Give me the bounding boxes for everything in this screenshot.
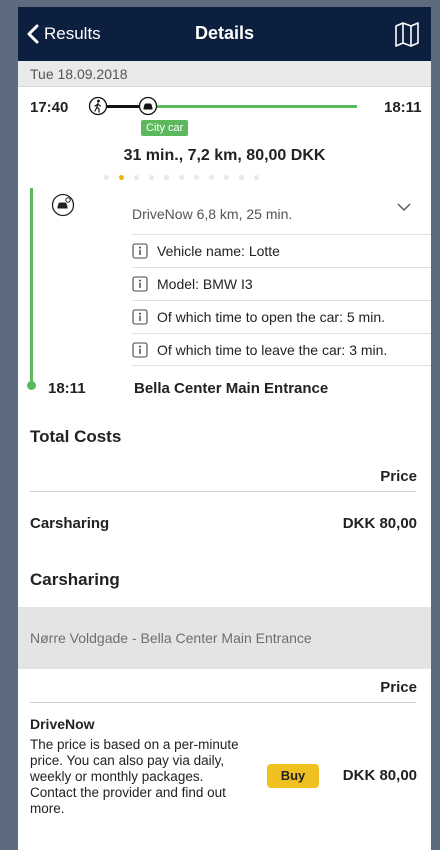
page-dot[interactable] [239, 175, 244, 180]
page-dot[interactable] [254, 175, 259, 180]
car-segment [157, 105, 357, 108]
divider [30, 702, 416, 703]
detail-text: Model: BMW I3 [157, 276, 253, 292]
page-dot[interactable] [179, 175, 184, 180]
leg-arrival-time: 18:11 [48, 380, 86, 397]
provider-price: DKK 80,00 [342, 767, 417, 784]
date-bar: Tue 18.09.2018 [18, 61, 431, 87]
page-dot[interactable] [119, 175, 124, 180]
page-dot[interactable] [164, 175, 169, 180]
navbar: Results Details [18, 7, 431, 61]
price-column-header: Price [380, 679, 417, 696]
cost-row-label: Carsharing [30, 515, 110, 532]
provider-name: DriveNow [30, 716, 95, 732]
carsharing-heading: Carsharing [30, 570, 120, 589]
details-screen: Results Details Tue 18.09.2018 17:40 18:… [18, 7, 431, 850]
buy-button[interactable]: Buy [267, 764, 319, 788]
detail-text: Of which time to open the car: 5 min. [157, 309, 385, 325]
divider [132, 365, 431, 366]
info-icon [132, 243, 148, 259]
car-location-icon [51, 193, 75, 217]
detail-text: Of which time to leave the car: 3 min. [157, 342, 388, 358]
info-icon [132, 309, 148, 325]
car-icon [138, 96, 158, 116]
page-dot[interactable] [149, 175, 154, 180]
route-line [30, 188, 33, 385]
info-icon [132, 342, 148, 358]
divider [132, 267, 431, 268]
divider [30, 491, 416, 492]
departure-time: 17:40 [30, 99, 69, 116]
divider [132, 234, 431, 235]
divider [132, 333, 431, 334]
price-column-header: Price [380, 468, 417, 485]
detail-model: Model: BMW I3 [132, 273, 253, 295]
detail-open-time: Of which time to open the car: 5 min. [132, 306, 385, 328]
detail-vehicle-name: Vehicle name: Lotte [132, 240, 280, 262]
carsharing-route: Nørre Voldgade - Bella Center Main Entra… [18, 607, 431, 669]
detail-leave-time: Of which time to leave the car: 3 min. [132, 339, 387, 361]
map-icon [395, 22, 419, 47]
provider-description: The price is based on a per-minute price… [30, 737, 239, 816]
detail-text: Vehicle name: Lotte [157, 243, 280, 259]
route-end-dot [27, 381, 36, 390]
page-dot[interactable] [134, 175, 139, 180]
walk-icon [88, 96, 108, 116]
leg-arrival-place: Bella Center Main Entrance [134, 380, 329, 397]
walk-segment [107, 105, 140, 108]
divider [132, 300, 431, 301]
trip-summary: 31 min., 7,2 km, 80,00 DKK [123, 147, 326, 164]
page-dot[interactable] [104, 175, 109, 180]
mode-badge: City car [141, 120, 189, 136]
page-title: Details [194, 23, 255, 43]
cost-row-value: DKK 80,00 [342, 515, 417, 532]
total-costs-heading: Total Costs [30, 427, 122, 446]
page-dot[interactable] [194, 175, 199, 180]
chevron-down-icon[interactable] [396, 199, 412, 215]
page-dot[interactable] [209, 175, 214, 180]
arrival-time: 18:11 [384, 99, 422, 116]
map-button[interactable] [393, 20, 421, 48]
info-icon [132, 276, 148, 292]
page-dot[interactable] [224, 175, 229, 180]
page-indicator[interactable] [104, 175, 259, 180]
provider-line: DriveNow 6,8 km, 25 min. [132, 206, 293, 222]
